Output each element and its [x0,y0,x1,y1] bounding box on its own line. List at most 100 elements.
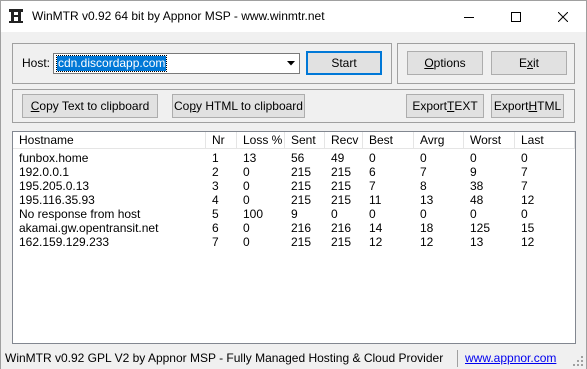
cell-best: 0 [369,151,376,165]
host-input[interactable]: cdn.discordapp.com [55,55,168,72]
start-button[interactable]: Start [306,51,382,75]
window-title: WinMTR v0.92 64 bit by Appnor MSP - www.… [32,9,325,23]
cell-best: 0 [369,207,376,221]
cell-worst: 13 [470,235,484,249]
column-header-loss[interactable]: Loss % [237,132,285,149]
cell-sent: 9 [291,207,298,221]
cell-avrg: 18 [420,221,434,235]
column-header-worst[interactable]: Worst [464,132,515,149]
cell-best: 12 [369,235,383,249]
export-html-label-post: TML [537,99,562,113]
cell-recv: 215 [331,193,352,207]
cell-avrg: 13 [420,193,434,207]
column-header-last[interactable]: Last [515,132,575,149]
cell-recv: 216 [331,221,352,235]
cell-sent: 215 [291,179,312,193]
cell-last: 15 [521,221,535,235]
export-text-accelerator: T [447,99,455,113]
table-row[interactable]: funbox.home 1 13 56 49 0 0 0 0 [13,151,575,165]
winmtr-app-icon [9,9,23,23]
cell-nr: 3 [212,179,219,193]
cell-hostname: funbox.home [19,151,89,165]
table-row[interactable]: No response from host 5 100 9 0 0 0 0 0 [13,207,575,221]
cell-avrg: 12 [420,235,434,249]
cell-loss: 0 [243,193,250,207]
trace-table[interactable]: Hostname Nr Loss % Sent Recv Best Avrg W… [12,131,576,344]
table-row[interactable]: 195.205.0.13 3 0 215 215 7 8 38 7 [13,179,575,193]
copy-html-accelerator: p [189,99,197,113]
cell-hostname: akamai.gw.opentransit.net [19,221,159,235]
cell-nr: 1 [212,151,219,165]
maximize-button[interactable] [493,1,539,32]
resize-grip-icon[interactable] [572,355,584,367]
cell-worst: 38 [470,179,484,193]
copy-text-accelerator: C [30,99,40,113]
host-label: Host: [22,56,51,70]
cell-hostname: 192.0.0.1 [19,165,70,179]
cell-best: 14 [369,221,383,235]
cell-hostname: No response from host [19,207,141,221]
cell-hostname: 195.205.0.13 [19,179,90,193]
export-text-label-post: EXT [454,99,478,113]
table-row[interactable]: 192.0.0.1 2 0 215 215 6 7 9 7 [13,165,575,179]
cell-avrg: 8 [420,179,427,193]
table-row[interactable]: 162.159.129.233 7 0 215 215 12 12 13 12 [13,235,575,249]
close-button[interactable] [540,1,586,32]
host-combobox[interactable]: cdn.discordapp.com [53,53,300,74]
exit-label-pre: E [518,56,527,70]
options-accelerator: O [424,56,434,70]
cell-best: 11 [369,193,382,207]
export-html-label-pre: Export [493,99,529,113]
cell-recv: 0 [331,207,338,221]
close-icon [558,11,568,22]
cell-nr: 5 [212,207,219,221]
cell-loss: 13 [243,151,257,165]
column-header-best[interactable]: Best [363,132,414,149]
export-text-label-pre: Export [412,99,447,113]
title-bar[interactable]: WinMTR v0.92 64 bit by Appnor MSP - www.… [1,1,586,32]
options-label-post: ptions [433,56,466,70]
host-dropdown-button[interactable] [282,54,299,73]
status-text: WinMTR v0.92 GPL V2 by Appnor MSP - Full… [5,351,444,365]
options-button[interactable]: Options [407,51,483,75]
copy-html-button[interactable]: Co p y HTML to clipboard [172,94,305,118]
maximize-icon [511,11,521,22]
export-html-accelerator: H [528,99,538,113]
status-bar: WinMTR v0.92 GPL V2 by Appnor MSP - Full… [1,347,586,369]
cell-last: 0 [521,207,528,221]
cell-sent: 215 [291,235,312,249]
cell-worst: 125 [470,221,491,235]
cell-worst: 0 [470,207,477,221]
cell-nr: 2 [212,165,219,179]
cell-avrg: 0 [420,207,427,221]
cell-recv: 49 [331,151,345,165]
cell-last: 12 [521,235,535,249]
cell-last: 0 [521,151,528,165]
cell-avrg: 0 [420,151,427,165]
table-row[interactable]: 195.116.35.93 4 0 215 215 11 13 48 12 [13,193,575,207]
column-header-avrg[interactable]: Avrg [414,132,464,149]
column-header-sent[interactable]: Sent [285,132,325,149]
cell-loss: 0 [243,235,250,249]
cell-loss: 100 [243,207,264,221]
column-header-recv[interactable]: Recv [325,132,363,149]
minimize-icon [464,16,474,18]
table-row[interactable]: akamai.gw.opentransit.net 6 0 216 216 14 18 125… [13,221,575,235]
winmtr-window: WinMTR v0.92 64 bit by Appnor MSP - www.… [0,0,587,369]
cell-recv: 215 [331,165,352,179]
cell-avrg: 7 [420,165,427,179]
copy-html-label-pre: Co [174,99,190,113]
cell-hostname: 162.159.129.233 [19,235,110,249]
column-header-nr[interactable]: Nr [206,132,237,149]
copy-text-label-post: opy Text to clipboard [39,99,150,113]
cell-worst: 48 [470,193,484,207]
minimize-button[interactable] [446,1,492,32]
column-header-hostname[interactable]: Hostname [13,132,206,149]
export-text-button[interactable]: Export T EXT [406,94,484,118]
copy-html-label-post: y HTML to clipboard [196,99,303,113]
copy-text-button[interactable]: Copy Text to clipboard [22,94,158,118]
status-divider [457,350,458,367]
exit-button[interactable]: Ex it [491,51,567,75]
export-html-button[interactable]: Export H TML [491,94,564,118]
appnor-link[interactable]: www.appnor.com [465,351,556,365]
